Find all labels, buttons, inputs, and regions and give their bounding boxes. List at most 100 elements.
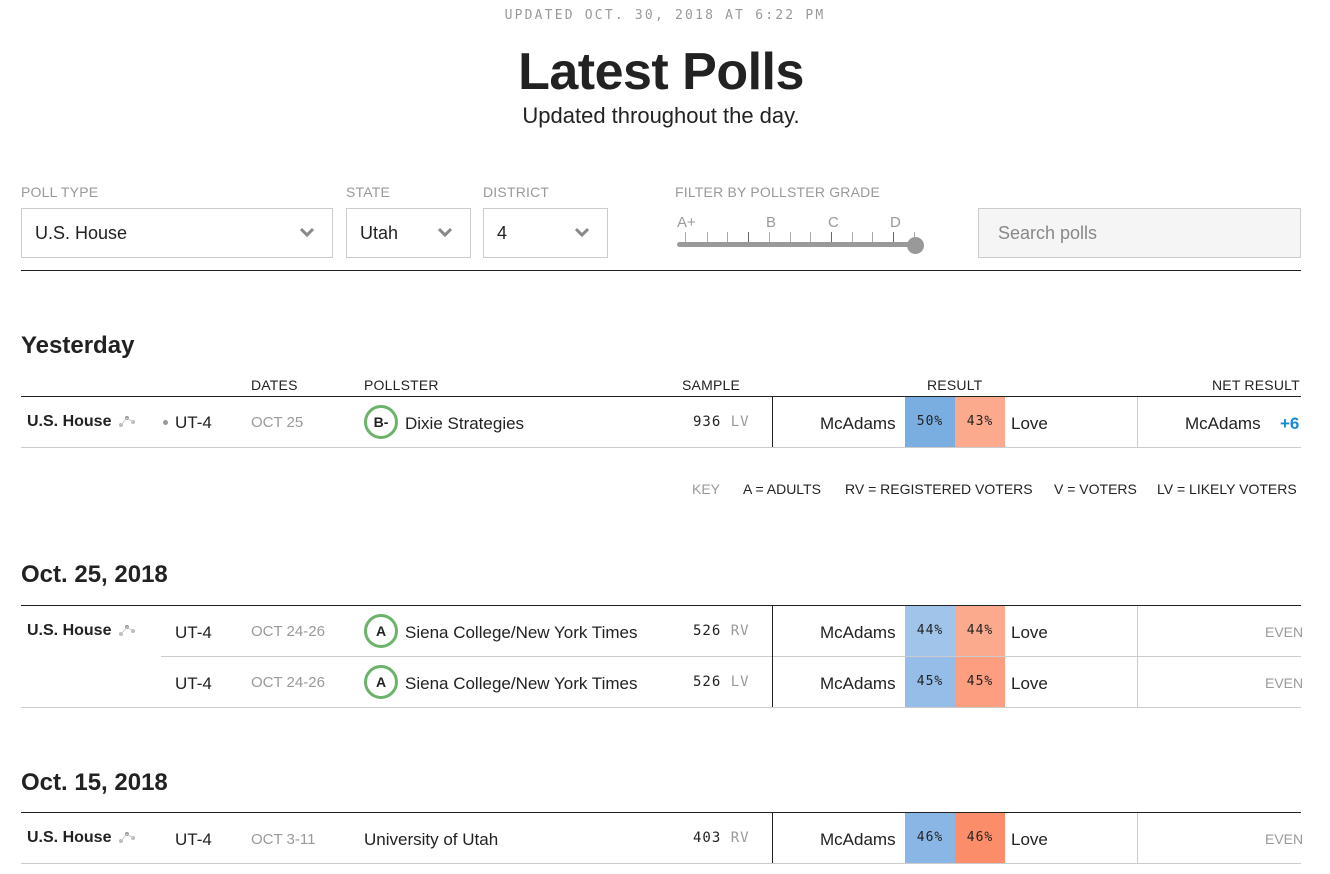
candidate-2: Love <box>1011 414 1048 433</box>
poll-type-select[interactable]: U.S. House <box>21 208 333 258</box>
sample-count: 403 <box>693 830 722 846</box>
trend-chart-icon[interactable] <box>118 623 136 637</box>
candidate-1: McAdams <box>820 623 896 642</box>
pollster-grade-badge: A <box>364 665 398 699</box>
poll-dates: OCT 24-26 <box>251 674 325 691</box>
pollster-grade-badge: A <box>364 614 398 648</box>
column-divider <box>772 606 773 707</box>
key-label: KEY <box>692 481 721 497</box>
page-subtitle: Updated throughout the day. <box>522 103 800 128</box>
grade-tick-label: C <box>828 214 839 231</box>
trend-chart-icon[interactable] <box>118 414 136 428</box>
district-label: DISTRICT <box>483 184 550 200</box>
sample-count: 526 <box>693 623 722 639</box>
key-item: V = VOTERS <box>1054 481 1137 497</box>
state-select[interactable]: Utah <box>346 208 471 258</box>
district: UT-4 <box>175 830 212 849</box>
candidate-2-pct-bar: 45% <box>955 657 1005 707</box>
candidate-1: McAdams <box>820 674 896 693</box>
section-title: Yesterday <box>21 332 135 359</box>
poll-type: U.S. House <box>27 829 112 846</box>
row-divider <box>21 447 1301 448</box>
net-result-margin: EVEN <box>1265 675 1304 691</box>
poll-type: U.S. House <box>27 413 112 430</box>
poll-type-label: POLL TYPE <box>21 184 99 200</box>
grade-tick-label: D <box>890 214 901 231</box>
sample-population: RV <box>730 830 750 846</box>
district-select[interactable]: 4 <box>483 208 608 258</box>
candidate-2: Love <box>1011 623 1048 642</box>
candidate-2: Love <box>1011 830 1048 849</box>
sample-size: 403 RV <box>693 830 750 846</box>
net-result-margin: +6 <box>1280 414 1300 433</box>
sample-size: 526 RV <box>693 623 750 639</box>
grade-tick-label: B <box>766 214 777 231</box>
column-divider <box>1137 813 1138 863</box>
poll-dates: OCT 24-26 <box>251 623 325 640</box>
pollster-name[interactable]: Siena College/New York Times <box>405 623 637 643</box>
candidate-2-pct-bar: 46% <box>955 813 1005 863</box>
state-value: Utah <box>360 223 399 243</box>
candidate-1: McAdams <box>820 414 896 433</box>
table-divider <box>21 605 1301 606</box>
pollster-name[interactable]: University of Utah <box>364 830 498 850</box>
district: UT-4 <box>175 674 212 693</box>
row-divider <box>21 707 1301 708</box>
district: UT-4 <box>175 413 212 432</box>
column-divider <box>772 397 773 447</box>
column-divider <box>1137 606 1138 707</box>
chevron-down-icon <box>300 227 314 237</box>
column-header-dates: DATES <box>251 377 298 393</box>
column-header-result: RESULT <box>927 377 983 393</box>
trend-chart-icon[interactable] <box>118 830 136 844</box>
updated-timestamp: UPDATED OCT. 30, 2018 AT 6:22 PM <box>504 8 826 23</box>
column-header-sample: SAMPLE <box>682 377 740 393</box>
sample-population: RV <box>730 623 750 639</box>
net-result-margin: EVEN <box>1265 831 1304 847</box>
key-item: RV = REGISTERED VOTERS <box>845 481 1033 497</box>
candidate-2: Love <box>1011 674 1048 693</box>
slider-track[interactable] <box>677 242 917 247</box>
net-result-margin: EVEN <box>1265 624 1304 640</box>
candidate-2-pct-bar: 43% <box>955 397 1005 447</box>
state-label: STATE <box>346 184 391 200</box>
table-divider <box>21 812 1301 813</box>
sample-size: 526 LV <box>693 674 750 690</box>
sample-count: 936 <box>693 414 722 430</box>
column-divider <box>772 813 773 863</box>
net-result-leader: McAdams <box>1185 414 1261 433</box>
grade-slider[interactable]: A+ B C D <box>676 210 928 256</box>
candidate-1-pct-bar: 44% <box>905 606 955 656</box>
candidate-1: McAdams <box>820 830 896 849</box>
pollster-grade-badge: B- <box>364 405 398 439</box>
pollster-name[interactable]: Dixie Strategies <box>405 414 524 434</box>
column-divider <box>1137 397 1138 447</box>
section-title: Oct. 15, 2018 <box>21 769 168 796</box>
chevron-down-icon <box>438 227 452 237</box>
column-header-pollster: POLLSTER <box>364 377 439 393</box>
candidate-1-pct-bar: 46% <box>905 813 955 863</box>
key-item: LV = LIKELY VOTERS <box>1157 481 1297 497</box>
grade-filter-label: FILTER BY POLLSTER GRADE <box>675 184 881 200</box>
row-divider <box>161 656 1301 657</box>
sample-population: LV <box>730 414 750 430</box>
candidate-1-pct-bar: 45% <box>905 657 955 707</box>
candidate-1-pct-bar: 50% <box>905 397 955 447</box>
sample-count: 526 <box>693 674 722 690</box>
pollster-name[interactable]: Siena College/New York Times <box>405 674 637 694</box>
sample-population: LV <box>730 674 750 690</box>
poll-type-value: U.S. House <box>35 223 128 243</box>
poll-dates: OCT 3-11 <box>251 831 316 848</box>
sample-size: 936 LV <box>693 414 750 430</box>
section-title: Oct. 25, 2018 <box>21 561 168 588</box>
district-value: 4 <box>497 223 508 243</box>
search-input[interactable] <box>978 208 1301 258</box>
column-header-net-result: NET RESULT <box>1212 377 1300 393</box>
row-divider <box>21 863 1301 864</box>
new-poll-dot-icon <box>163 420 168 425</box>
filter-divider <box>21 270 1301 271</box>
grade-tick-label: A+ <box>677 214 696 231</box>
district: UT-4 <box>175 623 212 642</box>
page-title: Latest Polls <box>518 43 804 101</box>
slider-handle[interactable] <box>907 237 924 254</box>
